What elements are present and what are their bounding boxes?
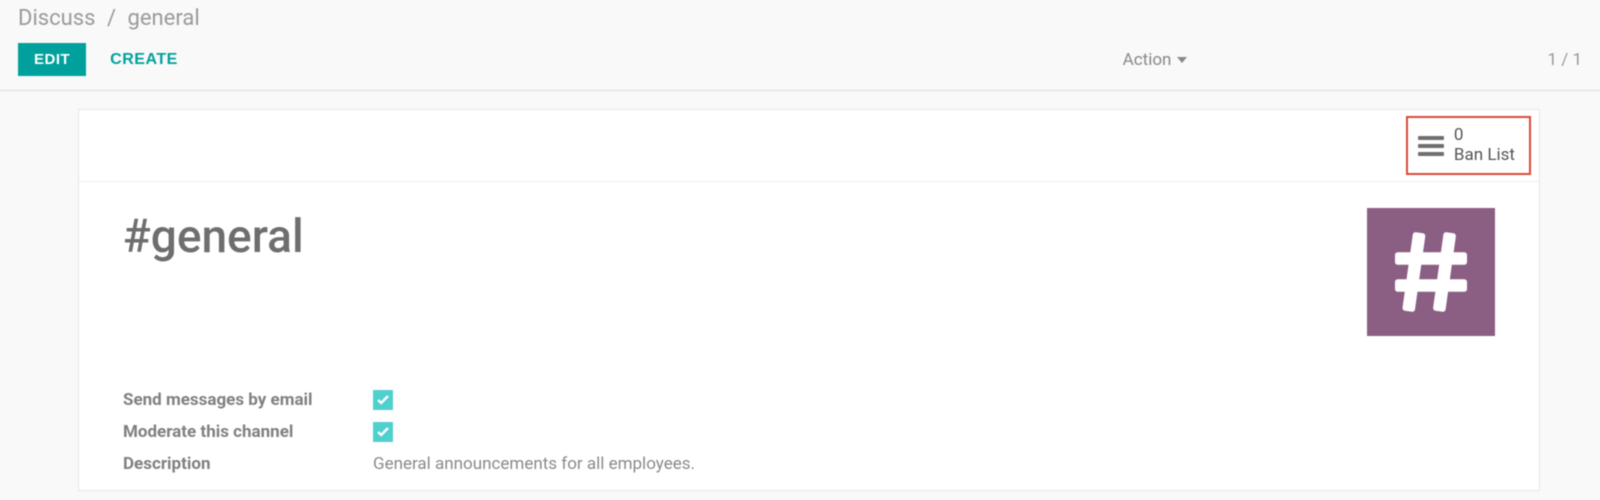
field-description: Description General announcements for al… <box>123 448 1495 480</box>
pager[interactable]: 1 / 1 <box>1547 50 1582 70</box>
channel-avatar[interactable] <box>1367 208 1495 336</box>
channel-title: #general <box>123 210 1367 264</box>
content: 0 Ban List #general Se <box>0 91 1600 491</box>
fields: Send messages by email Moderate this cha… <box>123 384 1495 480</box>
send-email-label: Send messages by email <box>123 390 373 410</box>
send-email-checkbox[interactable] <box>373 390 393 410</box>
breadcrumb: Discuss / general <box>0 0 1600 33</box>
check-icon <box>377 395 389 405</box>
moderate-checkbox[interactable] <box>373 422 393 442</box>
list-icon <box>1418 136 1444 156</box>
create-button[interactable]: CREATE <box>110 51 178 69</box>
breadcrumb-current: general <box>128 6 200 31</box>
breadcrumb-sep: / <box>107 6 116 31</box>
check-icon <box>377 427 389 437</box>
edit-button[interactable]: EDIT <box>18 43 86 76</box>
field-send-email: Send messages by email <box>123 384 1495 416</box>
caret-down-icon <box>1177 57 1187 63</box>
stat-bar: 0 Ban List <box>79 110 1539 182</box>
action-dropdown[interactable]: Action <box>1123 50 1188 70</box>
form-sheet: 0 Ban List #general Se <box>78 109 1540 491</box>
form-body: #general Send messages by email <box>79 182 1539 490</box>
moderate-label: Moderate this channel <box>123 422 373 442</box>
breadcrumb-root[interactable]: Discuss <box>18 6 96 31</box>
action-label: Action <box>1123 50 1172 70</box>
ban-list-count: 0 <box>1454 126 1515 146</box>
field-moderate: Moderate this channel <box>123 416 1495 448</box>
description-label: Description <box>123 454 373 474</box>
ban-list-label: Ban List <box>1454 146 1515 166</box>
hash-icon <box>1386 227 1476 317</box>
ban-list-button[interactable]: 0 Ban List <box>1406 116 1531 175</box>
toolbar: EDIT CREATE Action 1 / 1 <box>0 33 1600 91</box>
description-value: General announcements for all employees. <box>373 454 695 474</box>
